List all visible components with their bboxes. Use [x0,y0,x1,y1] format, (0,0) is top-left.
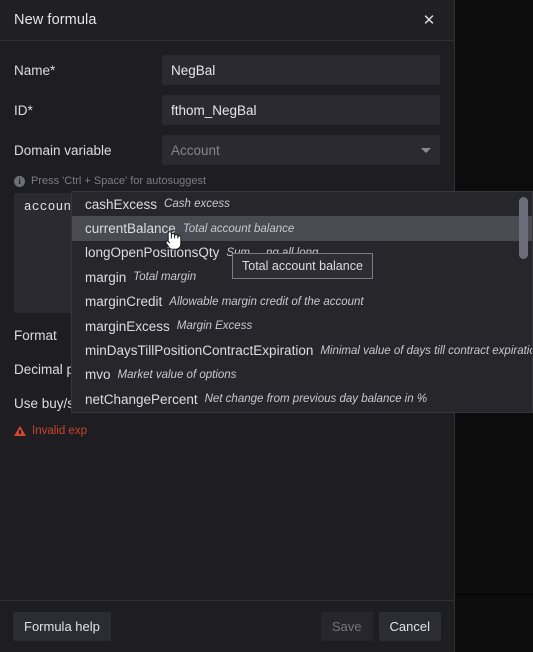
background-horizontal-scrollbar-track[interactable] [455,584,533,594]
background-divider [455,594,533,595]
autosuggest-item-description: Market value of options [117,368,237,381]
name-label: Name* [14,62,56,78]
autosuggest-item-name: longOpenPositionsQty [85,245,220,261]
field-row-name: Name* [14,55,440,85]
autosuggest-item-name: currentBalance [85,221,176,237]
autosuggest-item-name: marginCredit [85,294,163,310]
autosuggest-item-name: margin [85,269,127,285]
autosuggest-item[interactable]: marginCredit Allowable margin credit of t… [72,290,532,314]
autosuggest-item-name: marginExcess [85,318,170,334]
save-button[interactable]: Save [320,612,373,641]
autosuggest-item[interactable]: marginExcess Margin Excess [72,314,532,338]
autosuggest-item-name: mvo [85,367,111,383]
autosuggest-item[interactable]: currentBalance Total account balance [72,216,532,241]
field-row-domain-variable: Domain variable Account [14,135,440,165]
autosuggest-item-description: Total account balance [182,222,295,235]
field-row-id: ID* [14,95,440,125]
autosuggest-item-name: netChangePercent [85,391,198,407]
autosuggest-item-description: Net change from previous day balance in … [204,393,428,406]
autosuggest-list: cashExcess Cash excess currentBalance Total… [72,192,532,412]
domain-variable-label: Domain variable [14,142,112,158]
autosuggest-item-description: Allowable margin credit of the account [169,295,364,308]
autosuggest-item[interactable]: mvo Market value of options [72,363,532,387]
warning-icon [14,426,26,436]
dialog-header: New formula ✕ [0,0,454,41]
error-text: Invalid exp [32,425,87,437]
domain-variable-select[interactable]: Account [162,135,440,165]
error-message: Invalid exp [14,425,440,437]
autosuggest-item-name: cashExcess [85,196,158,212]
autosuggest-hint-text: Press 'Ctrl + Space' for autosuggest [31,175,207,187]
autosuggest-item-description: Total margin [133,271,197,284]
dialog-footer: Formula help Save Cancel [0,600,454,652]
autosuggest-item-description: Cash excess [164,198,230,211]
autosuggest-item[interactable]: minDaysTillPositionContractExpiration Min… [72,338,532,362]
autosuggest-item[interactable]: cashExcess Cash excess [72,192,532,216]
autosuggest-item-name: minDaysTillPositionContractExpiration [85,343,314,359]
autosuggest-dropdown: cashExcess Cash excess currentBalance Total… [71,191,533,413]
id-label: ID* [14,102,33,118]
autosuggest-item-description: Margin Excess [176,320,253,333]
formula-help-button[interactable]: Formula help [13,612,111,641]
info-icon: i [14,175,25,187]
autosuggest-item[interactable]: netChangePercent Net change from previous… [72,387,532,411]
domain-variable-value: Account [171,142,220,158]
id-input[interactable] [162,95,440,125]
tooltip: Total account balance [232,253,373,279]
dialog-title: New formula [14,12,97,28]
cancel-button[interactable]: Cancel [378,612,441,641]
screen: New formula ✕ Name* ID* Domain variable … [0,0,533,652]
name-input[interactable] [162,55,440,85]
chevron-down-icon [421,148,431,153]
autosuggest-scrollbar-thumb[interactable] [519,197,528,259]
autosuggest-hint: i Press 'Ctrl + Space' for autosuggest [14,175,440,187]
autosuggest-scrollbar-track[interactable] [519,194,530,412]
autosuggest-item-description: Minimal value of days till contract expi… [320,344,533,357]
close-icon[interactable]: ✕ [418,9,440,31]
